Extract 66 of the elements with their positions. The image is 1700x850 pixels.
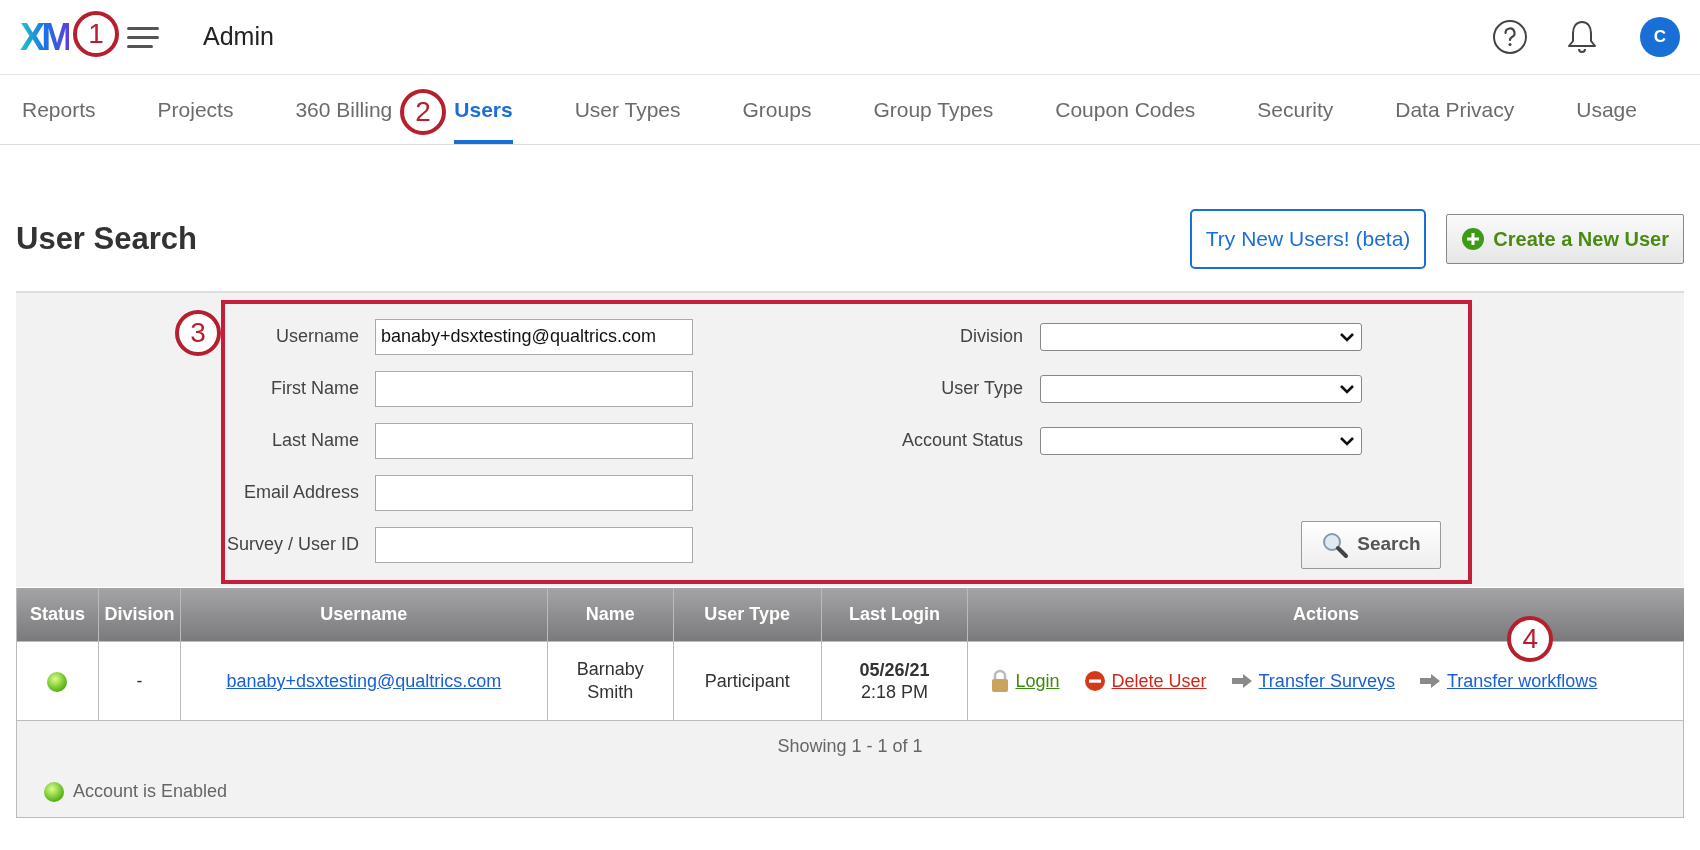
column-header: Division [98,587,181,642]
input-field[interactable] [375,526,693,563]
nav-tab[interactable]: Security [1257,75,1334,144]
caret-icon [1339,434,1355,447]
caret-icon [1339,330,1355,343]
status-dot-icon [43,780,65,803]
create-user-button[interactable]: Create a New User [1446,213,1684,264]
dropdown[interactable] [1040,374,1362,403]
nav-tab[interactable]: Group Types [873,75,994,144]
column-header: Name [547,587,674,642]
table-cell: Barnaby Smith [547,641,674,721]
page-heading: User Search [16,220,197,258]
page-title: Admin [203,21,274,53]
dropdown[interactable] [1040,426,1362,455]
nav-tab[interactable]: Usage [1576,75,1637,144]
table-cell: Participant [673,641,822,721]
nav-tab[interactable]: Users [454,75,513,144]
callout-marker: 2 [400,89,446,135]
field-label: Last Name [270,429,359,452]
dropdown[interactable] [1040,322,1362,351]
field-label: User Type [940,377,1023,400]
callout-marker: 1 [73,11,119,57]
nav-tab[interactable]: Coupon Codes [1055,75,1196,144]
field-label: Survey / User ID [225,533,359,556]
arrow-icon [1418,673,1441,689]
field-label: First Name [270,377,359,400]
input-field[interactable]: banaby+dsxtesting@qualtrics.com [375,318,693,355]
pagination-summary: Showing 1 - 1 of 1 [776,735,924,758]
field-label: Email Address [242,481,359,504]
column-header: User Type [673,587,822,642]
nav-tab[interactable]: Reports [22,75,96,144]
lock-icon [991,669,1010,693]
avatar[interactable]: C [1640,17,1680,57]
try-new-users-button[interactable]: Try New Users! (beta) [1189,209,1427,269]
arrow-icon [1230,673,1253,689]
caret-icon [1339,382,1355,395]
search-icon [1321,530,1350,559]
nav-tab[interactable]: Projects [157,75,234,144]
bell-icon[interactable] [1566,19,1598,55]
login-time: 2:18 PM [860,681,930,704]
column-header: Status [16,587,99,642]
input-field[interactable] [375,474,693,511]
menu-icon[interactable] [127,25,159,49]
nav-tab[interactable]: Groups [742,75,812,144]
column-header: Last Login [821,587,968,642]
field-label: Account Status [900,429,1023,452]
login-date: 05/26/21 [858,658,931,681]
plus-icon [1461,226,1486,251]
action-link[interactable]: Login [1015,667,1060,695]
input-field[interactable] [375,422,693,459]
field-label: Username [274,325,359,348]
legend-label: Account is Enabled [73,780,228,803]
action-link[interactable]: Delete User [1111,667,1207,695]
nav-tab[interactable]: Data Privacy [1395,75,1515,144]
table-cell: - [98,641,181,721]
username-link[interactable]: banaby+dsxtesting@qualtrics.com [226,670,502,691]
field-label: Division [958,325,1023,348]
action-link[interactable]: Transfer Surveys [1258,667,1395,695]
minus-circle-icon [1083,670,1106,692]
action-link[interactable]: Transfer workflows [1446,667,1598,695]
help-icon[interactable] [1492,19,1528,55]
nav-tab[interactable]: 360 Billing [295,75,393,144]
search-button[interactable]: Search [1301,520,1441,569]
column-header: Username [180,587,548,642]
nav-tab[interactable]: User Types [574,75,681,144]
input-field[interactable] [375,370,693,407]
